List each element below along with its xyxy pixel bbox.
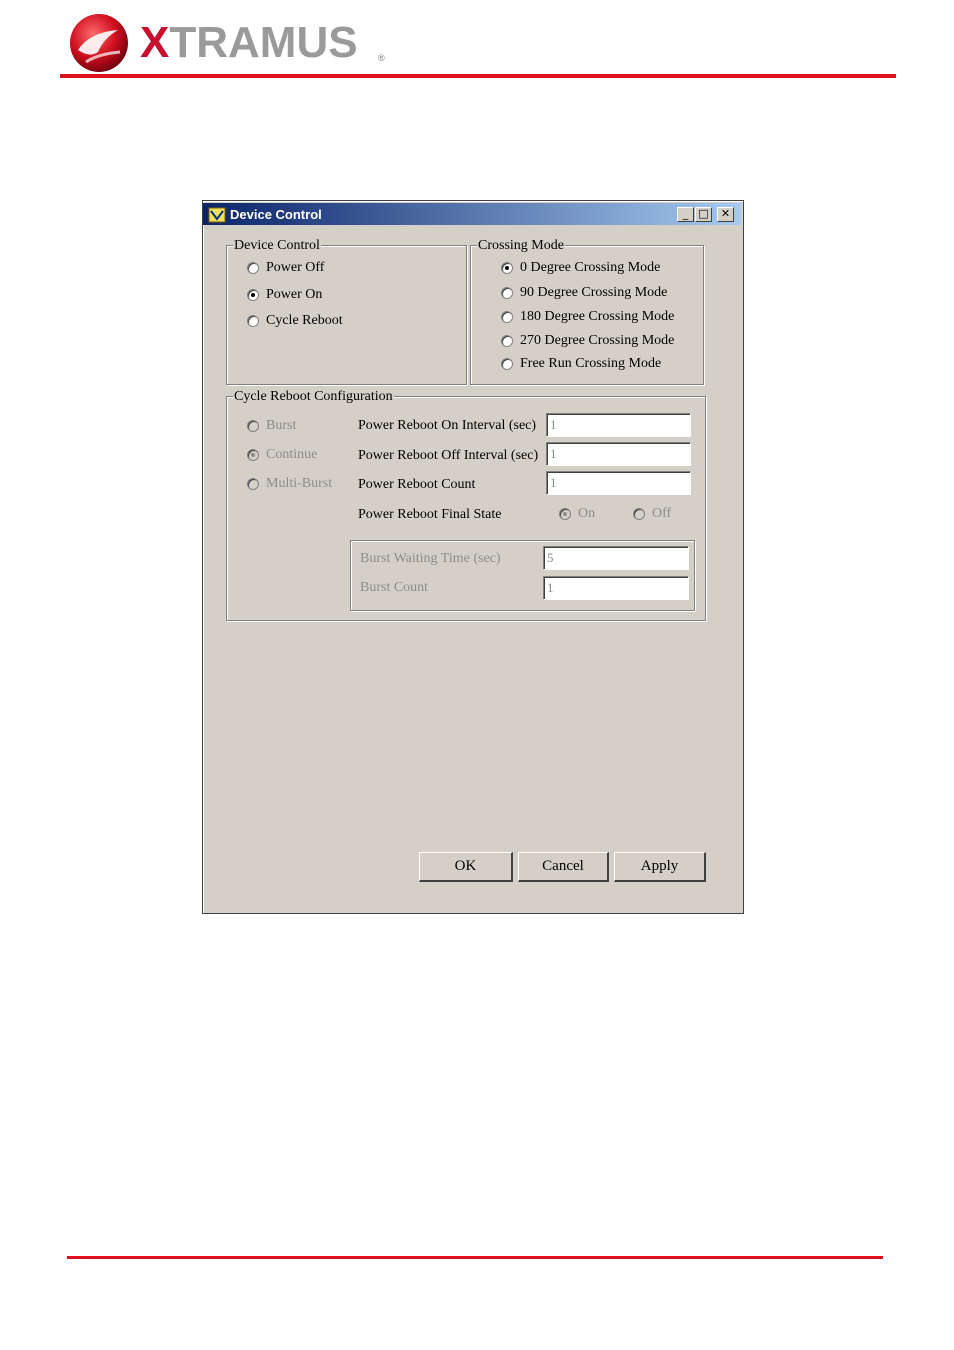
burst-waiting-input[interactable]: 5	[543, 546, 689, 570]
crossing-180-radio[interactable]	[501, 311, 513, 323]
final-state-off-label: Off	[652, 506, 672, 521]
cycle-reboot-radio[interactable]	[247, 315, 259, 327]
xtramus-logo-icon	[70, 14, 128, 72]
apply-button[interactable]: Apply	[614, 852, 706, 882]
minimize-button[interactable]: _	[677, 207, 694, 222]
off-interval-label: Power Reboot Off Interval (sec)	[358, 448, 539, 463]
crossing-90-label[interactable]: 90 Degree Crossing Mode	[520, 285, 667, 301]
power-off-label[interactable]: Power Off	[266, 260, 324, 276]
power-on-radio[interactable]	[247, 289, 259, 301]
on-interval-input[interactable]: 1	[546, 413, 691, 437]
burst-count-label: Burst Count	[360, 580, 429, 595]
crossing-180-label[interactable]: 180 Degree Crossing Mode	[520, 309, 674, 325]
brand-letter-x: X	[140, 18, 170, 67]
crossing-0-label[interactable]: 0 Degree Crossing Mode	[520, 260, 660, 276]
maximize-button[interactable]: □	[695, 207, 712, 222]
cycle-reboot-config-legend: Cycle Reboot Configuration	[233, 389, 394, 405]
cycle-reboot-label[interactable]: Cycle Reboot	[266, 313, 343, 329]
crossing-free-run-radio[interactable]	[501, 358, 513, 370]
cancel-button[interactable]: Cancel	[518, 852, 609, 882]
final-state-label: Power Reboot Final State	[358, 507, 502, 522]
crossing-270-radio[interactable]	[501, 335, 513, 347]
power-off-radio[interactable]	[247, 262, 259, 274]
crossing-270-label[interactable]: 270 Degree Crossing Mode	[520, 333, 674, 349]
brand-name: XTRAMUS	[140, 18, 358, 68]
ok-button[interactable]: OK	[419, 852, 513, 882]
final-state-on-radio[interactable]	[559, 508, 571, 520]
reboot-count-label: Power Reboot Count	[358, 477, 476, 492]
device-control-legend: Device Control	[233, 238, 321, 254]
off-interval-input[interactable]: 1	[546, 442, 691, 466]
multi-burst-radio[interactable]	[247, 478, 259, 490]
crossing-mode-legend: Crossing Mode	[477, 238, 565, 254]
final-state-off-radio[interactable]	[633, 508, 645, 520]
burst-count-input[interactable]: 1	[543, 576, 689, 600]
continue-label: Continue	[266, 447, 318, 462]
crossing-0-radio[interactable]	[501, 262, 513, 274]
on-interval-label: Power Reboot On Interval (sec)	[358, 418, 537, 433]
device-control-group	[226, 245, 467, 385]
burst-waiting-label: Burst Waiting Time (sec)	[360, 551, 501, 566]
app-window-icon	[208, 207, 226, 223]
brand-text: TRAMUS	[169, 18, 358, 67]
registered-mark: ®	[378, 53, 385, 63]
continue-radio[interactable]	[247, 449, 259, 461]
close-button[interactable]: ✕	[717, 207, 734, 222]
burst-radio[interactable]	[247, 420, 259, 432]
crossing-90-radio[interactable]	[501, 287, 513, 299]
footer-divider	[67, 1256, 883, 1259]
header-divider	[60, 74, 896, 78]
power-on-label[interactable]: Power On	[266, 287, 322, 303]
crossing-free-run-label[interactable]: Free Run Crossing Mode	[520, 356, 661, 372]
multi-burst-label: Multi-Burst	[266, 476, 333, 491]
reboot-count-input[interactable]: 1	[546, 471, 691, 495]
burst-label: Burst	[266, 418, 297, 433]
final-state-on-label: On	[578, 506, 596, 521]
window-title: Device Control	[230, 207, 322, 222]
